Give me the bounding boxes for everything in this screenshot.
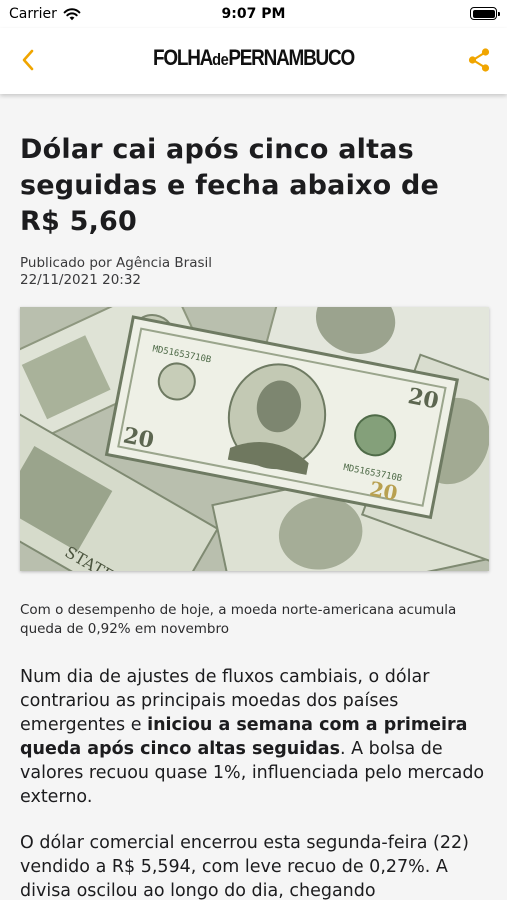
status-time: 9:07 PM [221,6,286,22]
chevron-left-icon [22,49,34,71]
article-paragraph: Num dia de ajustes de fluxos cambiais, o… [20,667,485,807]
article-byline: Publicado por Agência Brasil [20,255,213,271]
status-bar: Carrier 9:07 PM [0,0,507,28]
article-photo: STATES OF AMERICA MD51653710B [20,307,489,571]
article-content: Dólar cai após cinco altas seguidas e fe… [0,94,507,900]
photo-caption: Com o desempenho de hoje, a moeda norte-… [20,602,457,637]
article-paragraph: O dólar comercial encerrou esta segunda-… [20,833,469,900]
navigation-bar: FOLHAdePERNAMBUCO [0,28,507,94]
share-button[interactable] [463,44,495,76]
dollar-bills-photo-icon: STATES OF AMERICA MD51653710B [20,307,489,571]
article-title: Dólar cai após cinco altas seguidas e fe… [20,134,440,237]
article-date: 22/11/2021 20:32 [20,272,142,288]
share-icon [468,48,490,72]
battery-icon [470,7,500,20]
folha-de-pernambuco-logo: FOLHAdePERNAMBUCO [152,45,355,70]
